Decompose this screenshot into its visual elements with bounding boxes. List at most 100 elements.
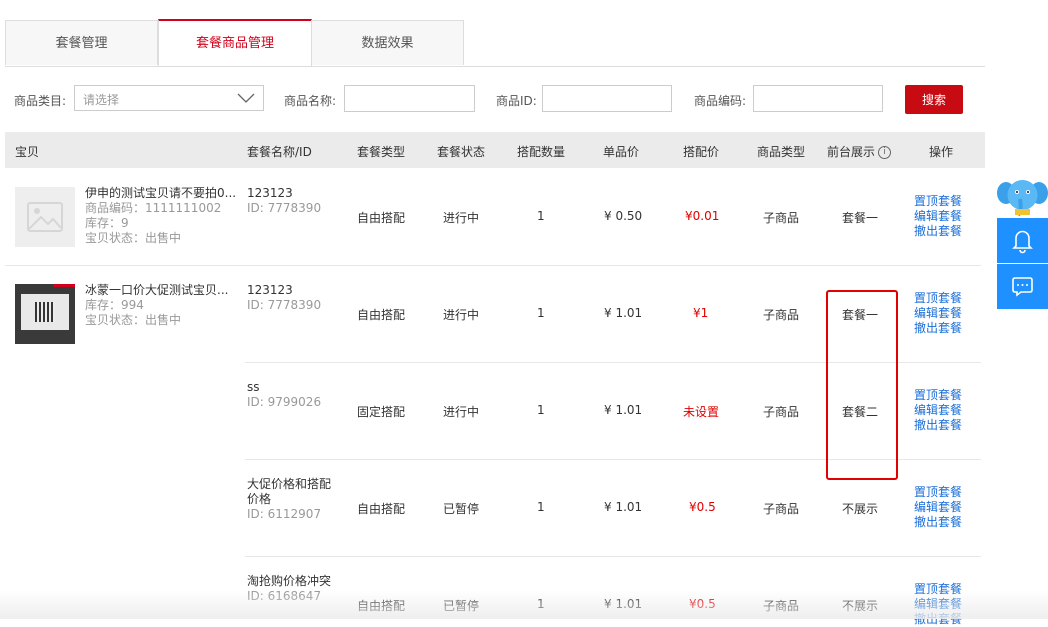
combo-price: ¥0.01 bbox=[685, 209, 720, 223]
goods-type: 子商品 bbox=[763, 599, 800, 613]
info-icon[interactable]: i bbox=[878, 146, 892, 159]
combo-price: ¥1 bbox=[693, 306, 709, 320]
row-actions: 置顶套餐 编辑套餐 撤出套餐 bbox=[914, 291, 962, 336]
pin-package-link[interactable]: 置顶套餐 bbox=[914, 291, 962, 306]
product-id-input[interactable] bbox=[542, 85, 672, 112]
edit-package-link[interactable]: 编辑套餐 bbox=[914, 500, 962, 515]
edit-package-link[interactable]: 编辑套餐 bbox=[914, 209, 962, 224]
package-status: 进行中 bbox=[443, 308, 480, 322]
product-name-label: 商品名称: bbox=[284, 94, 337, 108]
tab-data-effect[interactable]: 数据效果 bbox=[311, 20, 464, 65]
bell-icon bbox=[1012, 230, 1033, 254]
combo-qty: 1 bbox=[537, 209, 545, 223]
package-name-cell: 123123 ID: 7778390 bbox=[247, 186, 321, 216]
pin-package-link[interactable]: 置顶套餐 bbox=[914, 582, 962, 597]
category-select[interactable]: 请选择 bbox=[74, 85, 264, 111]
product-thumbnail[interactable] bbox=[15, 187, 75, 247]
package-id: ID: 9799026 bbox=[247, 395, 322, 409]
row-divider bbox=[245, 556, 981, 557]
front-display: 不展示 bbox=[842, 502, 879, 516]
notification-button[interactable] bbox=[997, 218, 1048, 263]
goods-type: 子商品 bbox=[763, 308, 800, 322]
withdraw-package-link[interactable]: 撤出套餐 bbox=[914, 224, 962, 239]
pin-package-link[interactable]: 置顶套餐 bbox=[914, 194, 962, 209]
package-status: 进行中 bbox=[443, 405, 480, 419]
tab-package-management[interactable]: 套餐管理 bbox=[5, 20, 158, 65]
front-display: 套餐一 bbox=[842, 211, 879, 225]
withdraw-package-link[interactable]: 撤出套餐 bbox=[914, 612, 962, 627]
product-status: 宝贝状态：出售中 bbox=[85, 313, 182, 327]
front-display: 套餐一 bbox=[842, 308, 879, 322]
col-goods-type: 商品类型 bbox=[757, 145, 806, 159]
product-code: 商品编码：1111111002 bbox=[85, 201, 222, 215]
product-title[interactable]: 冰蒙一口价大促测试宝贝... bbox=[85, 283, 228, 298]
package-name-cell: 大促价格和搭配价格 ID: 6112907 bbox=[247, 477, 337, 522]
search-button[interactable]: 搜索 bbox=[905, 85, 963, 114]
edit-package-link[interactable]: 编辑套餐 bbox=[914, 403, 962, 418]
front-display: 套餐二 bbox=[842, 405, 879, 419]
col-package-status: 套餐状态 bbox=[437, 145, 486, 159]
package-type: 自由搭配 bbox=[357, 599, 406, 613]
package-status: 已暂停 bbox=[443, 502, 480, 516]
combo-price: ¥0.5 bbox=[689, 597, 716, 611]
withdraw-package-link[interactable]: 撤出套餐 bbox=[914, 515, 962, 530]
package-id: ID: 6168647 bbox=[247, 589, 322, 603]
col-package-name: 套餐名称/ID bbox=[247, 145, 312, 159]
image-placeholder-icon bbox=[27, 202, 63, 232]
unit-price: ¥ 1.01 bbox=[604, 500, 643, 514]
product-code-input[interactable] bbox=[753, 85, 883, 112]
col-combo-qty: 搭配数量 bbox=[517, 145, 566, 159]
product-name-input[interactable] bbox=[344, 85, 475, 112]
unit-price: ¥ 1.01 bbox=[604, 597, 643, 611]
package-name: ss bbox=[247, 380, 260, 394]
col-package-type: 套餐类型 bbox=[357, 145, 406, 159]
edit-package-link[interactable]: 编辑套餐 bbox=[914, 597, 962, 612]
package-id: ID: 7778390 bbox=[247, 298, 322, 312]
row-actions: 置顶套餐 编辑套餐 撤出套餐 bbox=[914, 194, 962, 239]
combo-qty: 1 bbox=[537, 306, 545, 320]
row-actions: 置顶套餐 编辑套餐 撤出套餐 bbox=[914, 388, 962, 433]
filter-bar: 商品类目: 请选择 商品名称: 商品ID: 商品编码: 搜索 bbox=[0, 85, 1000, 115]
tab-bar: 套餐管理 套餐商品管理 数据效果 bbox=[5, 19, 985, 67]
pin-package-link[interactable]: 置顶套餐 bbox=[914, 388, 962, 403]
goods-type: 子商品 bbox=[763, 405, 800, 419]
combo-price: ¥0.5 bbox=[689, 500, 716, 514]
package-type: 自由搭配 bbox=[357, 211, 406, 225]
table-header: 宝贝 套餐名称/ID 套餐类型 套餐状态 搭配数量 单品价 搭配价 商品类型 前… bbox=[5, 132, 985, 168]
category-label: 商品类目: bbox=[14, 94, 67, 108]
package-name-cell: 淘抢购价格冲突 ID: 6168647 bbox=[247, 574, 331, 604]
product-title[interactable]: 伊申的测试宝贝请不要拍0... bbox=[85, 186, 236, 201]
elephant-mascot-icon[interactable] bbox=[997, 175, 1048, 219]
product-info: 伊申的测试宝贝请不要拍0... 商品编码：1111111002 库存：9 宝贝状… bbox=[85, 186, 236, 246]
product-status: 宝贝状态：出售中 bbox=[85, 231, 182, 245]
chat-icon bbox=[1012, 277, 1033, 297]
product-stock: 库存：9 bbox=[85, 216, 129, 230]
bottom-scroll-fade bbox=[0, 590, 1048, 619]
row-divider bbox=[245, 362, 981, 363]
pin-package-link[interactable]: 置顶套餐 bbox=[914, 485, 962, 500]
package-name: 大促价格和搭配价格 bbox=[247, 477, 332, 506]
unit-price: ¥ 0.50 bbox=[604, 209, 643, 223]
col-unit-price: 单品价 bbox=[603, 145, 640, 159]
row-divider bbox=[245, 459, 981, 460]
tab-package-goods-management[interactable]: 套餐商品管理 bbox=[158, 19, 312, 66]
package-type: 固定搭配 bbox=[357, 405, 406, 419]
chevron-down-icon bbox=[237, 93, 255, 103]
col-item: 宝贝 bbox=[15, 145, 40, 159]
withdraw-package-link[interactable]: 撤出套餐 bbox=[914, 321, 962, 336]
product-stock: 库存：994 bbox=[85, 298, 144, 312]
col-actions: 操作 bbox=[929, 145, 954, 159]
goods-type: 子商品 bbox=[763, 211, 800, 225]
withdraw-package-link[interactable]: 撤出套餐 bbox=[914, 418, 962, 433]
combo-qty: 1 bbox=[537, 597, 545, 611]
package-status: 进行中 bbox=[443, 211, 480, 225]
chat-button[interactable] bbox=[997, 264, 1048, 309]
col-combo-price: 搭配价 bbox=[683, 145, 720, 159]
goods-type: 子商品 bbox=[763, 502, 800, 516]
product-thumbnail[interactable] bbox=[15, 284, 75, 344]
edit-package-link[interactable]: 编辑套餐 bbox=[914, 306, 962, 321]
combo-qty: 1 bbox=[537, 403, 545, 417]
package-name-cell: 123123 ID: 7778390 bbox=[247, 283, 321, 313]
package-name: 123123 bbox=[247, 186, 293, 200]
row-divider bbox=[5, 265, 981, 266]
